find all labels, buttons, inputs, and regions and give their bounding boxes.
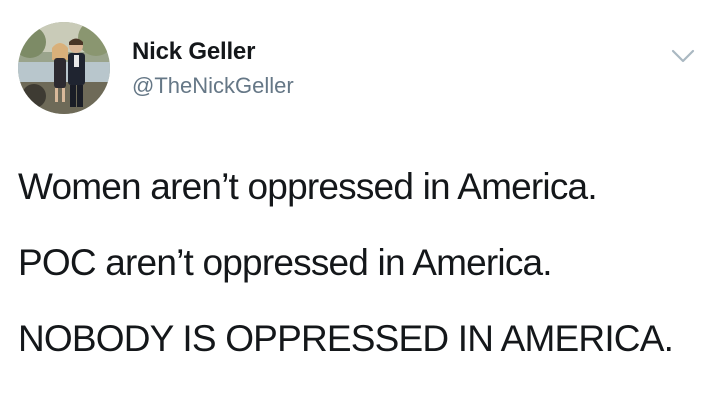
- author-handle[interactable]: @TheNickGeller: [132, 73, 294, 99]
- chevron-down-icon[interactable]: [670, 46, 696, 66]
- tweet-text-line: Women aren’t oppressed in America.: [18, 166, 598, 207]
- tweet-text-line: NOBODY IS OPPRESSED IN AMERICA.: [18, 318, 674, 359]
- tweet-text-line: POC aren’t oppressed in America.: [18, 242, 553, 283]
- avatar[interactable]: [18, 22, 110, 114]
- tweet-card: Nick Geller @TheNickGeller Women aren’t …: [0, 0, 711, 400]
- author-name[interactable]: Nick Geller: [132, 38, 255, 66]
- avatar-photo: [18, 22, 110, 114]
